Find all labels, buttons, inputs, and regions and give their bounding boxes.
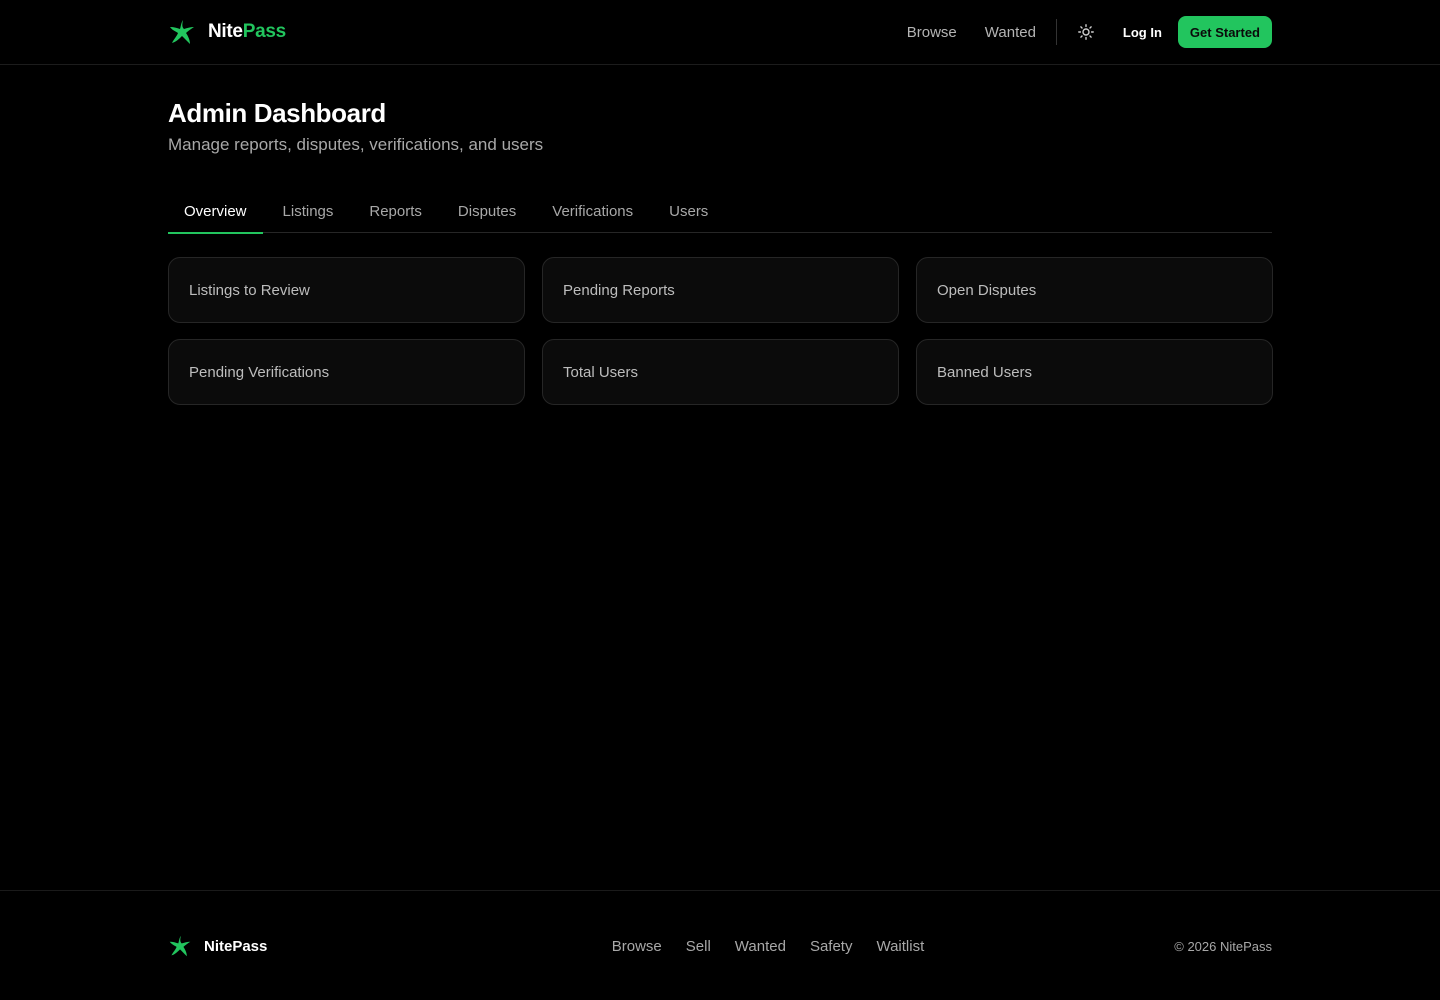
page-title: Admin Dashboard xyxy=(168,98,386,128)
login-link[interactable]: Log In xyxy=(1123,25,1162,40)
footer-link-waitlist[interactable]: Waitlist xyxy=(876,938,924,955)
theme-toggle-button[interactable] xyxy=(1075,21,1097,43)
tab-overview[interactable]: Overview xyxy=(168,189,263,234)
footer-brand-link[interactable]: NitePass xyxy=(168,934,368,958)
stat-card-total-users: Total Users xyxy=(542,339,899,405)
brand-name: NitePass xyxy=(208,21,286,43)
footer-link-wanted[interactable]: Wanted xyxy=(735,938,786,955)
header-nav: Browse Wanted Log In Get Started xyxy=(907,0,1272,64)
stat-card-label: Total Users xyxy=(563,363,639,381)
nav-divider xyxy=(1055,19,1057,45)
get-started-button[interactable]: Get Started xyxy=(1177,16,1272,48)
stats-cards-grid: Listings to Review Pending Reports Open … xyxy=(168,257,1273,405)
tab-users[interactable]: Users xyxy=(653,189,724,233)
brand-name-accent: Pass xyxy=(242,21,286,42)
footer-link-safety[interactable]: Safety xyxy=(810,938,853,955)
stat-card-banned-users: Banned Users xyxy=(916,339,1273,405)
footer-link-browse[interactable]: Browse xyxy=(612,938,662,955)
footer-inner: NitePass Browse Sell Wanted Safety Waitl… xyxy=(168,891,1272,1000)
stat-card-pending-reports: Pending Reports xyxy=(542,257,899,323)
tab-disputes[interactable]: Disputes xyxy=(442,189,532,233)
top-nav-bar: NitePass Browse Wanted Log In Get Starte… xyxy=(0,0,1440,65)
stat-card-label: Listings to Review xyxy=(189,281,310,299)
site-footer: NitePass Browse Sell Wanted Safety Waitl… xyxy=(0,890,1440,1000)
stat-card-listings-to-review: Listings to Review xyxy=(168,257,525,323)
brand-home-link[interactable]: NitePass xyxy=(168,18,286,46)
admin-tabs: Overview Listings Reports Disputes Verif… xyxy=(168,189,1272,234)
stat-card-label: Pending Reports xyxy=(563,281,675,299)
nav-browse-link[interactable]: Browse xyxy=(907,24,957,41)
sun-icon xyxy=(1078,24,1094,40)
page-subtitle: Manage reports, disputes, verifications,… xyxy=(168,135,544,154)
stat-card-label: Banned Users xyxy=(937,363,1033,381)
star-logo-icon xyxy=(170,20,194,44)
stat-card-label: Open Disputes xyxy=(937,281,1037,299)
main-content: Admin Dashboard Manage reports, disputes… xyxy=(168,65,1273,405)
top-nav-inner: NitePass Browse Wanted Log In Get Starte… xyxy=(168,0,1272,64)
star-logo-icon xyxy=(169,935,191,957)
brand-name-primary: Nite xyxy=(208,21,243,42)
footer-nav: Browse Sell Wanted Safety Waitlist xyxy=(612,938,925,955)
tab-verifications[interactable]: Verifications xyxy=(536,189,649,233)
stat-card-label: Pending Verifications xyxy=(189,363,330,381)
tab-reports[interactable]: Reports xyxy=(353,189,438,233)
footer-link-sell[interactable]: Sell xyxy=(686,938,711,955)
stat-card-pending-verifications: Pending Verifications xyxy=(168,339,525,405)
copyright-text: © 2026 NitePass xyxy=(1174,938,1272,954)
stat-card-open-disputes: Open Disputes xyxy=(916,257,1273,323)
nav-wanted-link[interactable]: Wanted xyxy=(985,24,1036,41)
footer-brand-name: NitePass xyxy=(204,937,268,955)
tab-listings[interactable]: Listings xyxy=(267,189,350,233)
page: NitePass Browse Wanted Log In Get Starte… xyxy=(0,0,1440,1000)
